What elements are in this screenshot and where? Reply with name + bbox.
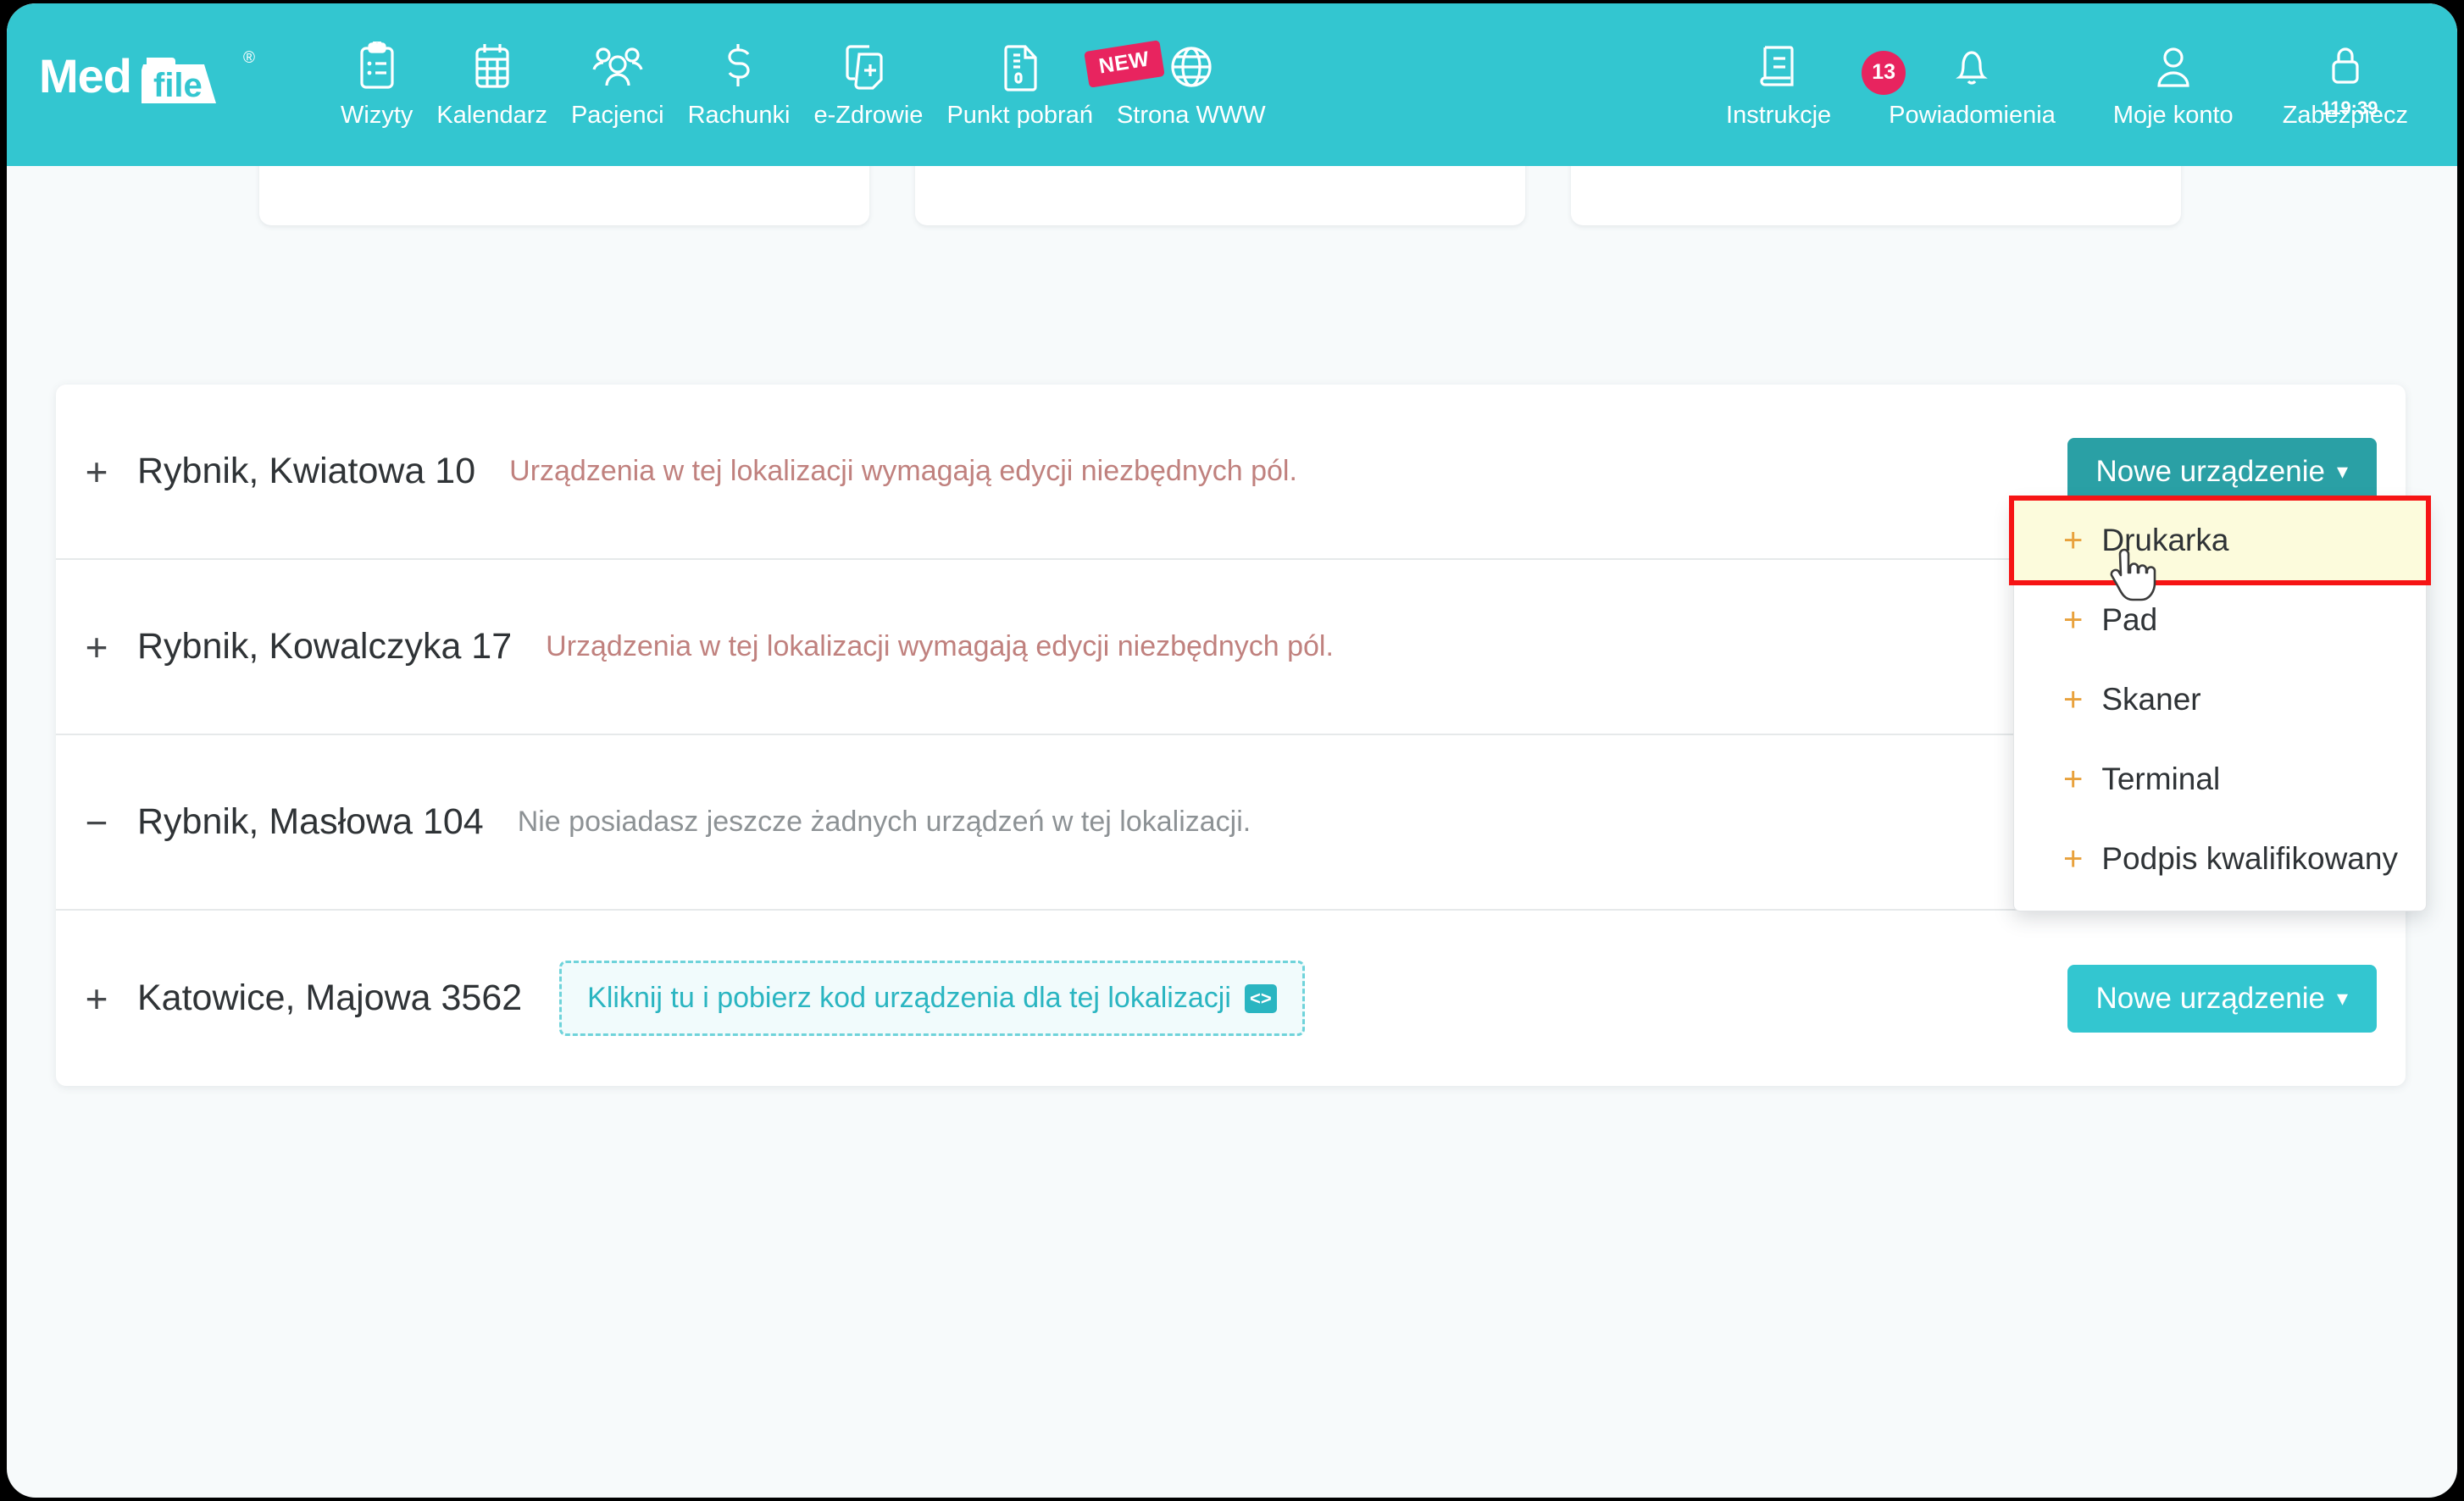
nav-item-wizyty[interactable]: Wizyty xyxy=(329,41,425,130)
nav-label-strona-www: Strona WWW xyxy=(1116,101,1266,129)
location-name: Rybnik, Kowalczyka 17 xyxy=(137,626,513,667)
clipboard-icon xyxy=(355,41,399,93)
new-device-button[interactable]: Nowe urządzenie ▾ xyxy=(2067,437,2377,506)
nav-primary-items: Wizyty Kalendarz Pacjenci Rachunki e-Zdr… xyxy=(329,3,1278,166)
brand-logo[interactable]: Med file ® xyxy=(39,49,255,104)
nav-label-instrukcje: Instrukcje xyxy=(1726,101,1832,129)
book-icon xyxy=(1756,41,1801,93)
bell-icon xyxy=(1950,41,1994,93)
people-icon xyxy=(591,41,644,93)
dropdown-item-pad[interactable]: + Pad xyxy=(2014,580,2426,660)
chevron-down-icon: ▾ xyxy=(2336,984,2348,1011)
nav-label-powiadomienia: Powiadomienia xyxy=(1889,101,2056,129)
dropdown-item-terminal[interactable]: + Terminal xyxy=(2014,739,2426,819)
svg-text:file: file xyxy=(153,67,203,104)
dropdown-item-skaner[interactable]: + Skaner xyxy=(2014,660,2426,739)
nav-item-punkt-pobran[interactable]: Punkt pobrań xyxy=(935,41,1105,130)
location-row: + Katowice, Majowa 3562 Kliknij tu i pob… xyxy=(56,911,2406,1086)
lock-icon xyxy=(2323,41,2367,93)
nav-item-kalendarz[interactable]: Kalendarz xyxy=(425,41,559,130)
dropdown-item-drukarka[interactable]: + Drukarka xyxy=(2014,501,2426,580)
nav-item-pacjenci[interactable]: Pacjenci xyxy=(559,41,676,130)
new-device-dropdown-menu: + Drukarka + Pad + Skaner + Terminal + P… xyxy=(2013,500,2427,911)
session-timer: 119:39 xyxy=(2321,97,2378,119)
plus-icon: + xyxy=(2063,601,2084,639)
location-name: Rybnik, Kwiatowa 10 xyxy=(137,451,476,491)
download-device-code-label: Kliknij tu i pobierz kod urządzenia dla … xyxy=(587,982,1231,1014)
nav-item-powiadomienia[interactable]: 13 Powiadomienia xyxy=(1860,41,2084,130)
new-device-button-label: Nowe urządzenie xyxy=(2095,454,2325,488)
code-icon: <> xyxy=(1244,983,1277,1013)
nav-item-zabezpiecz[interactable]: Zabezpiecz 119:39 xyxy=(2262,41,2437,130)
dropdown-item-label: Podpis kwalifikowany xyxy=(2101,841,2398,876)
app-page: Med file ® Wizyty Kalendarz Pacjenci Rac… xyxy=(7,3,2457,1498)
expand-toggle-icon[interactable]: + xyxy=(56,449,137,495)
registered-trademark-icon: ® xyxy=(243,49,255,67)
expand-toggle-icon[interactable]: + xyxy=(56,976,137,1022)
location-note: Urządzenia w tej lokalizacji wymagają ed… xyxy=(509,455,1297,487)
nav-label-pacjenci: Pacjenci xyxy=(570,101,664,129)
nav-label-moje-konto: Moje konto xyxy=(2112,101,2234,129)
plus-icon: + xyxy=(2063,681,2084,718)
nav-secondary-items: Instrukcje 13 Powiadomienia Moje konto Z… xyxy=(1697,3,2437,166)
nav-item-rachunki[interactable]: Rachunki xyxy=(676,41,802,130)
location-note: Nie posiadasz jeszcze żadnych urządzeń w… xyxy=(517,806,1251,838)
nav-item-strona-www[interactable]: NEW Strona WWW xyxy=(1084,39,1278,130)
dropdown-item-label: Terminal xyxy=(2101,762,2221,796)
expand-toggle-icon[interactable]: + xyxy=(56,624,137,670)
dropdown-item-label: Drukarka xyxy=(2101,523,2229,557)
plus-icon: + xyxy=(2063,761,2084,798)
nav-label-wizyty: Wizyty xyxy=(341,101,413,129)
nav-item-moje-konto[interactable]: Moje konto xyxy=(2084,41,2262,130)
nav-label-punkt-pobran: Punkt pobrań xyxy=(946,101,1093,129)
top-navigation-bar: Med file ® Wizyty Kalendarz Pacjenci Rac… xyxy=(7,3,2457,166)
nav-label-e-zdrowie: e-Zdrowie xyxy=(813,101,924,129)
row-action-area: Nowe urządzenie ▾ xyxy=(2067,437,2377,506)
user-icon xyxy=(2151,41,2195,93)
calendar-icon xyxy=(470,41,514,93)
dropdown-item-podpis-kwalifikowany[interactable]: + Podpis kwalifikowany xyxy=(2014,819,2426,899)
nav-item-e-zdrowie[interactable]: e-Zdrowie xyxy=(802,41,935,130)
location-note: Urządzenia w tej lokalizacji wymagają ed… xyxy=(546,630,1334,662)
download-device-code-link[interactable]: Kliknij tu i pobierz kod urządzenia dla … xyxy=(559,961,1305,1036)
globe-icon xyxy=(1168,41,1215,93)
notification-count-badge: 13 xyxy=(1862,50,1906,95)
nav-label-kalendarz: Kalendarz xyxy=(436,101,547,129)
new-device-button[interactable]: Nowe urządzenie ▾ xyxy=(2067,964,2377,1033)
dropdown-item-label: Skaner xyxy=(2101,682,2201,717)
location-name: Rybnik, Masłowa 104 xyxy=(137,801,484,842)
dollar-icon xyxy=(719,41,759,93)
medfile-folder-icon: file xyxy=(131,46,240,104)
location-name: Katowice, Majowa 3562 xyxy=(137,978,523,1018)
row-action-area: Nowe urządzenie ▾ xyxy=(2067,964,2377,1033)
new-device-button-label: Nowe urządzenie xyxy=(2095,981,2325,1015)
plus-icon: + xyxy=(2063,522,2084,559)
nav-item-instrukcje[interactable]: Instrukcje xyxy=(1697,41,1860,130)
plus-icon: + xyxy=(2063,840,2084,878)
chevron-down-icon: ▾ xyxy=(2336,457,2348,484)
dropdown-item-label: Pad xyxy=(2101,602,2158,637)
nav-label-rachunki: Rachunki xyxy=(687,101,791,129)
collapse-toggle-icon[interactable]: − xyxy=(56,800,137,845)
screenshot-viewport: Med file ® Wizyty Kalendarz Pacjenci Rac… xyxy=(0,0,2464,1501)
document-icon xyxy=(1000,41,1041,93)
brand-text-med: Med xyxy=(39,49,132,102)
medical-file-icon xyxy=(845,41,892,93)
